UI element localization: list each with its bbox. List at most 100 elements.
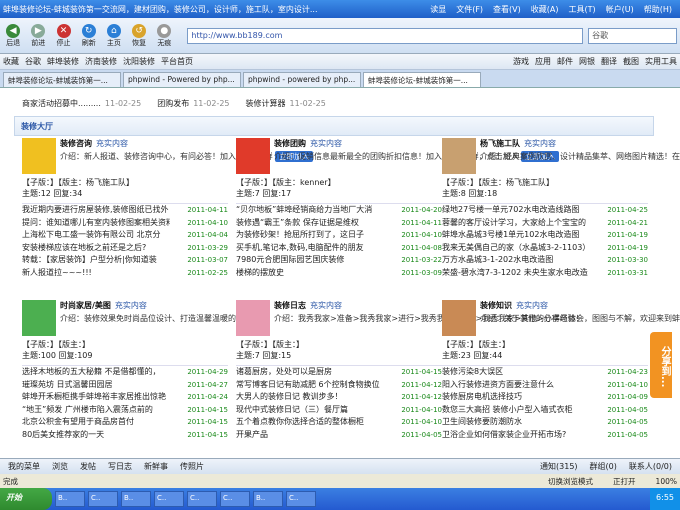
thread-row[interactable]: 转载：【家居装饰】户型分析|你知道装 2011-03-07	[22, 254, 228, 267]
forum-logo-icon[interactable]	[236, 300, 270, 336]
thread-title[interactable]: 上海松下电工盛一装饰有限公司 北京分	[22, 229, 170, 242]
thread-title[interactable]: 五个着点教你你选择合适的整体橱柜	[236, 416, 384, 429]
thread-row[interactable]: 我来无美偶自己的家（水晶城3-2-1103） 2011-04-19	[442, 242, 648, 255]
incognito-button[interactable]: ● 无痕	[154, 23, 174, 48]
thread-title[interactable]: 开果产品	[236, 429, 384, 442]
thread-title[interactable]: 80后美女推荐家的一天	[22, 429, 170, 442]
share-button[interactable]: 分享到...	[650, 332, 672, 398]
thread-row[interactable]: 北京公积金有望用于商品房首付 2011-04-15	[22, 416, 228, 429]
thread-row[interactable]: 璀璨苑坊 日式温馨田园居 2011-04-27	[22, 379, 228, 392]
task-button[interactable]: B..	[121, 491, 151, 507]
thread-title[interactable]: “贝尔地板”蚌埠经销商给力当地厂大消	[236, 204, 384, 217]
thread-title[interactable]: 绿地27号楼一单元702水电改造线路图	[442, 204, 590, 217]
thread-row[interactable]: 蚌埠水晶城3号楼1单元102水电改造图 2011-04-19	[442, 229, 648, 242]
thread-row[interactable]: 大男人的装修日记 教训步多！ 2011-04-12	[236, 391, 442, 404]
thread-row[interactable]: 荣盛-碧水湾7-3-1202 未央生家水电改造 2011-03-31	[442, 267, 648, 280]
thread-title[interactable]: 楼梯的摆放史	[236, 267, 384, 280]
task-button[interactable]: B..	[55, 491, 85, 507]
tab[interactable]: 蚌埠装修论坛-蚌城装饰第一...	[3, 72, 121, 87]
news-title[interactable]: 商家活动招募中.........	[22, 99, 101, 108]
start-button[interactable]: 开始	[0, 488, 52, 510]
forum-logo-icon[interactable]	[22, 138, 56, 174]
menu-help[interactable]: 帮助(H)	[639, 4, 677, 15]
thread-title[interactable]: 提问：谁知道哪儿有室内装修图案相关资料	[22, 217, 170, 230]
thread-row[interactable]: 数您三大高招 装修小户型入墙式衣柜 2011-04-05	[442, 404, 648, 417]
thread-row[interactable]: 万方水晶城3-1-202水电改造图 2011-03-30	[442, 254, 648, 267]
fav-item[interactable]: 应用	[535, 56, 551, 67]
thread-title[interactable]: 我近期内要进行房屋装修,装修图纸已找外	[22, 204, 170, 217]
upload-photo-button[interactable]: 传照片	[180, 461, 204, 472]
tab-active[interactable]: 蚌埠装修论坛-蚌城装饰第一...	[363, 72, 481, 87]
thread-title[interactable]: 卫生间装修要防潮防水	[442, 416, 590, 429]
thread-title[interactable]: 转载：【家居装饰】户型分析|你知道装	[22, 254, 170, 267]
forum-title[interactable]: 时尚家居/美图 充实内容	[60, 300, 252, 311]
thread-row[interactable]: 五个着点教你你选择合适的整体橱柜 2011-04-10	[236, 416, 442, 429]
search-box[interactable]: 谷歌	[588, 27, 677, 44]
thread-title[interactable]: 大男人的装修日记 教训步多！	[236, 391, 384, 404]
back-button[interactable]: ◀ 后退	[3, 23, 23, 48]
address-bar[interactable]: http://www.bb189.com	[187, 27, 584, 44]
fav-item[interactable]: 实用工具	[645, 56, 677, 67]
news-item[interactable]: 装修计算器 11-02-25	[246, 98, 326, 109]
thread-title[interactable]: 北京公积金有望用于商品房首付	[22, 416, 170, 429]
thread-title[interactable]: 新人报道拉~~~!!!	[22, 267, 170, 280]
thread-row[interactable]: 诸葛厨房，处处可以是厨房 2011-04-15	[236, 366, 442, 379]
thread-title[interactable]: “地王”频发 广州楼市陷入震荡点前的	[22, 404, 170, 417]
forum-logo-icon[interactable]	[22, 300, 56, 336]
thread-row[interactable]: “地王”频发 广州楼市陷入震荡点前的 2011-04-15	[22, 404, 228, 417]
fill-content-link[interactable]: 充实内容	[516, 301, 548, 310]
thread-row[interactable]: 绿地27号楼一单元702水电改造线路图 2011-04-25	[442, 204, 648, 217]
thread-row[interactable]: 提问：谁知道哪儿有室内装修图案相关资料 2011-04-10	[22, 217, 228, 230]
thread-title[interactable]: 卫浴企业如何借家装企业开拓市场?	[442, 429, 590, 442]
fav-item[interactable]: 济南装修	[85, 56, 117, 67]
menu-view[interactable]: 查看(V)	[488, 4, 526, 15]
thread-row[interactable]: 7980元合肥国际园艺国庆装修 2011-03-22	[236, 254, 442, 267]
forum-name[interactable]: 装修咨询	[60, 139, 92, 148]
thread-row[interactable]: 买手机,笔记本,数码,电脑配件的朋友 2011-04-08	[236, 242, 442, 255]
thread-title[interactable]: 现代中式装修日记（三）餐厅篇	[236, 404, 384, 417]
refresh-button[interactable]: ↻ 刷新	[79, 23, 99, 48]
tab[interactable]: phpwind - Powered by php...	[123, 72, 241, 87]
news-item[interactable]: 商家活动招募中......... 11-02-25	[22, 98, 141, 109]
news-title[interactable]: 团购发布	[157, 99, 189, 108]
browse-button[interactable]: 浏览	[52, 461, 68, 472]
home-button[interactable]: ⌂ 主页	[104, 23, 124, 48]
task-button[interactable]: C..	[88, 491, 118, 507]
thread-title[interactable]: 万方水晶城3-1-202水电改造图	[442, 254, 590, 267]
thread-row[interactable]: 装修厨房电机选择技巧 2011-04-09	[442, 391, 648, 404]
thread-title[interactable]: 蚌埠开禾橱柜携手蚌埠裕丰家居推出惊艳	[22, 391, 170, 404]
thread-title[interactable]: 荣盛-碧水湾7-3-1202 未央生家水电改造	[442, 267, 590, 280]
contacts-button[interactable]: 联系人(0/0)	[629, 461, 672, 472]
task-button[interactable]: C..	[154, 491, 184, 507]
thread-row[interactable]: “贝尔地板”蚌埠经销商给力当地厂大消 2011-04-20	[236, 204, 442, 217]
fav-item[interactable]: 蚌埠装修	[47, 56, 79, 67]
thread-row[interactable]: 新人报道拉~~~!!! 2011-02-25	[22, 267, 228, 280]
thread-row[interactable]: 上海松下电工盛一装饰有限公司 北京分 2011-04-04	[22, 229, 228, 242]
thread-row[interactable]: 80后美女推荐家的一天 2011-04-15	[22, 429, 228, 442]
thread-row[interactable]: 我近期内要进行房屋装修,装修图纸已找外 2011-04-11	[22, 204, 228, 217]
fav-item[interactable]: 平台首页	[161, 56, 193, 67]
thread-row[interactable]: 选择木地板的五大秘籍 不是借都懂的， 2011-04-29	[22, 366, 228, 379]
news-title[interactable]: 装修计算器	[246, 99, 286, 108]
tab[interactable]: phpwind - powered by php...	[243, 72, 361, 87]
menu-account[interactable]: 帐户(U)	[601, 4, 639, 15]
fav-item[interactable]: 游戏	[513, 56, 529, 67]
news-feed-button[interactable]: 新鲜事	[144, 461, 168, 472]
fill-content-link[interactable]: 充实内容	[524, 139, 556, 148]
thread-title[interactable]: 装修遇“霸王”条款 保存证据是维权	[236, 217, 384, 230]
fav-item[interactable]: 收藏	[3, 56, 19, 67]
thread-title[interactable]: 7980元合肥国际园艺国庆装修	[236, 254, 384, 267]
restore-button[interactable]: ↺ 恢复	[129, 23, 149, 48]
fav-item[interactable]: 截图	[623, 56, 639, 67]
thread-row[interactable]: 蓉馨的客厅设计学习，大家给上个宝宝的 2011-04-21	[442, 217, 648, 230]
task-button[interactable]: C..	[286, 491, 316, 507]
thread-title[interactable]: 阳入行装修进资方面要注意什么	[442, 379, 590, 392]
fill-content-link[interactable]: 充实内容	[96, 139, 128, 148]
thread-row[interactable]: 安装楼梯应该在地板之前还是之后? 2011-03-29	[22, 242, 228, 255]
menu-item[interactable]: 读显	[425, 4, 451, 15]
thread-row[interactable]: 现代中式装修日记（三）餐厅篇 2011-04-10	[236, 404, 442, 417]
stop-button[interactable]: ✕ 停止	[53, 23, 73, 48]
thread-row[interactable]: 装修遇“霸王”条款 保存证据是维权 2011-04-11	[236, 217, 442, 230]
menu-tools[interactable]: 工具(T)	[563, 4, 600, 15]
forum-name[interactable]: 装修知识	[480, 301, 512, 310]
